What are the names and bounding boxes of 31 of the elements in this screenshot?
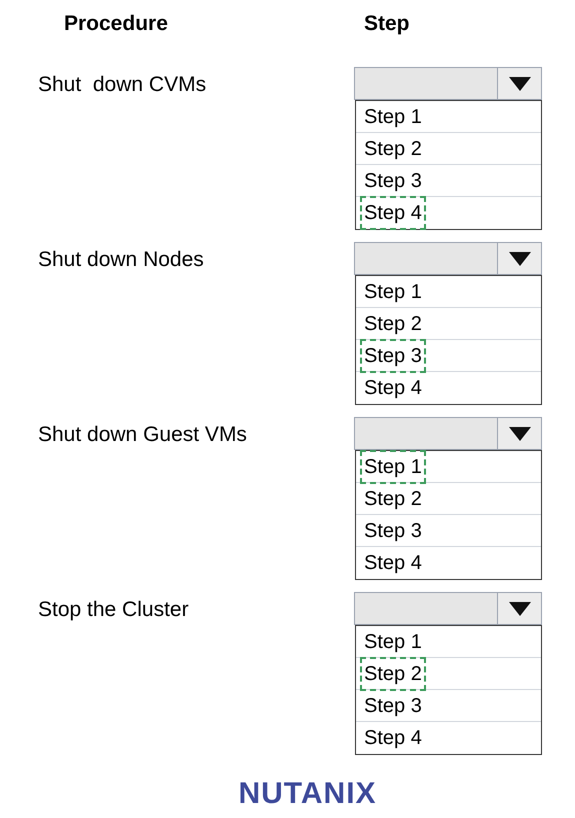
step-dropdown[interactable]	[354, 242, 542, 275]
procedure-label: Shut down CVMs	[38, 72, 208, 98]
step-option[interactable]: Step 2	[360, 306, 426, 340]
column-header: Step	[364, 11, 410, 37]
step-option[interactable]: Step 1	[360, 624, 426, 658]
step-option[interactable]: Step 4	[360, 371, 426, 405]
step-option[interactable]: Step 3	[360, 338, 426, 372]
caret-icon	[508, 76, 530, 90]
step-option[interactable]: Step 2	[360, 656, 426, 690]
step-option[interactable]: Step 1	[360, 100, 426, 134]
step-option[interactable]: Step 4	[360, 546, 426, 580]
procedure-label: Stop the Cluster	[38, 597, 190, 623]
column-header: Procedure	[64, 11, 169, 37]
step-dropdown[interactable]	[354, 67, 542, 100]
step-option[interactable]: Step 3	[360, 164, 426, 198]
procedure-label: Shut down Guest VMs	[38, 422, 248, 448]
step-option[interactable]: Step 4	[360, 196, 426, 230]
caret-icon	[508, 426, 530, 440]
step-option[interactable]: Step 3	[360, 514, 426, 548]
step-option[interactable]: Step 1	[360, 274, 426, 308]
step-dropdown[interactable]	[354, 417, 542, 450]
caret-icon	[508, 602, 530, 616]
caret-icon	[508, 252, 530, 266]
step-option[interactable]: Step 2	[360, 482, 426, 516]
step-dropdown[interactable]	[354, 592, 542, 625]
step-option[interactable]: Step 2	[360, 132, 426, 166]
procedure-label: Shut down Nodes	[38, 247, 205, 273]
logo: NUTANIX	[238, 776, 377, 812]
step-option[interactable]: Step 4	[360, 721, 426, 755]
step-option[interactable]: Step 1	[360, 450, 426, 484]
step-option[interactable]: Step 3	[360, 688, 426, 722]
